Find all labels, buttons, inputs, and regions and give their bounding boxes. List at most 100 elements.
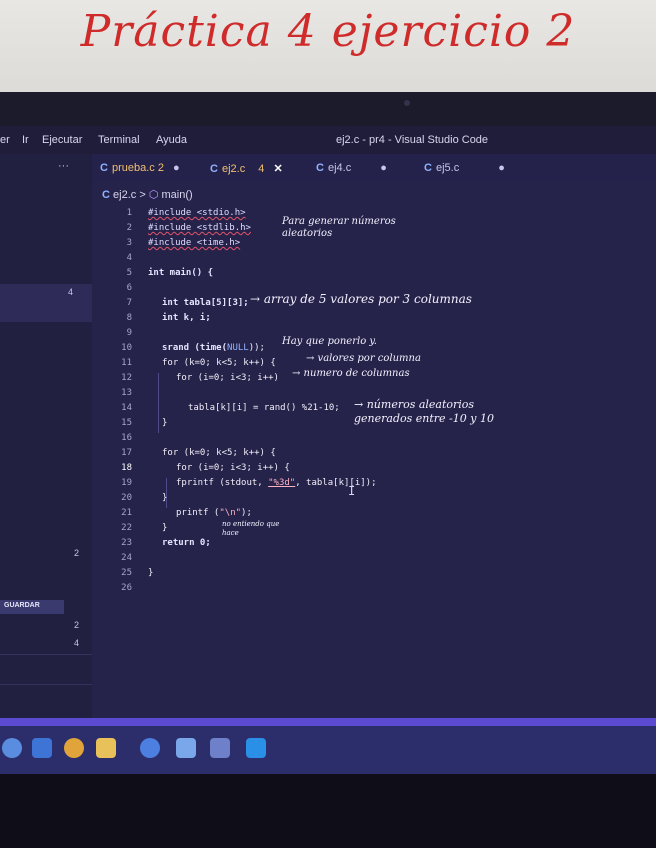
handwritten-note: Para generar números aleatorios <box>282 216 396 239</box>
c-file-icon: C <box>100 162 108 174</box>
vscode-window: er Ir Ejecutar Terminal Ayuda ej2.c - pr… <box>0 126 656 726</box>
tab-label: prueba.c <box>111 162 155 174</box>
handwritten-note: → valores por columna <box>306 353 421 364</box>
save-button[interactable]: GUARDAR <box>0 600 64 614</box>
line-number: 25 <box>121 568 132 578</box>
line-number: 5 <box>126 268 132 278</box>
window-title: ej2.c - pr4 - Visual Studio Code <box>336 134 489 146</box>
mail-icon[interactable] <box>32 738 52 758</box>
line-number-current: 18 <box>121 463 132 473</box>
code-line: fprintf (stdout, "%3d", tabla[k][i]); <box>176 478 377 488</box>
menu-bar: er Ir Ejecutar Terminal Ayuda ej2.c - pr… <box>0 126 656 154</box>
line-number: 2 <box>126 223 132 233</box>
problems-badge: 4 <box>74 638 80 648</box>
code-editor[interactable]: 1 2 3 4 5 6 7 8 9 10 11 12 13 14 15 16 1… <box>92 208 656 638</box>
line-number: 21 <box>121 508 132 518</box>
line-number: 26 <box>121 583 132 593</box>
close-icon[interactable]: ✕ <box>273 163 282 175</box>
sidebar-selected-item[interactable]: 4 <box>0 284 92 322</box>
line-number: 20 <box>121 493 132 503</box>
code-line: int tabla[5][3]; <box>162 298 249 308</box>
line-number: 4 <box>126 253 132 263</box>
unsaved-dot-icon: ● <box>380 162 387 174</box>
code-line: #include <stdlib.h> <box>148 223 251 233</box>
tab-label: ej5.c <box>435 162 460 174</box>
app-icon[interactable] <box>2 738 22 758</box>
monitor-bezel-bottom <box>0 774 656 848</box>
unsaved-dot-icon: ● <box>173 162 180 174</box>
line-number: 3 <box>126 238 132 248</box>
line-number: 9 <box>126 328 132 338</box>
divider <box>0 654 92 655</box>
tab-problem-count: 2 <box>157 162 164 174</box>
problems-badge: 2 <box>74 620 80 630</box>
line-number: 1 <box>126 208 132 218</box>
line-number: 19 <box>121 478 132 488</box>
c-file-icon: C <box>316 162 324 174</box>
breadcrumb-separator: > <box>139 189 146 201</box>
code-line: for (k=0; k<5; k++) { <box>162 358 276 368</box>
status-bar <box>0 718 656 726</box>
paper-background: Práctica 4 ejercicio 2 <box>0 0 656 92</box>
line-number: 24 <box>121 553 132 563</box>
code-line: } <box>148 568 154 578</box>
line-number: 7 <box>126 298 132 308</box>
tab-ej4-c[interactable]: Cej4.c ● <box>316 154 387 182</box>
vscode-icon[interactable] <box>246 738 266 758</box>
settings-icon[interactable] <box>140 738 160 758</box>
handwritten-note: → números aleatorios generados entre -10… <box>354 398 494 425</box>
code-line: int k, i; <box>162 313 211 323</box>
line-number: 6 <box>126 283 132 293</box>
problems-badge: 4 <box>68 287 74 297</box>
tab-problem-count: 4 <box>258 163 265 175</box>
sidebar-more-icon[interactable]: ··· <box>58 160 69 172</box>
text-cursor-icon: I <box>348 484 356 498</box>
tab-ej2-c[interactable]: Cej2.c 4 ✕ <box>210 154 283 182</box>
line-number: 8 <box>126 313 132 323</box>
folder-icon[interactable] <box>96 738 116 758</box>
breadcrumb-symbol[interactable]: main() <box>162 189 193 201</box>
store-icon[interactable] <box>176 738 196 758</box>
tab-ej5-c[interactable]: Cej5.c ● <box>424 154 505 182</box>
line-number: 11 <box>121 358 132 368</box>
breadcrumb: C ej2.c > ⬡ main() <box>102 188 193 201</box>
photos-icon[interactable] <box>210 738 230 758</box>
line-number: 10 <box>121 343 132 353</box>
tab-bar: Cprueba.c 2 ● Cej2.c 4 ✕ Cej4.c ● Cej5.c… <box>92 154 656 182</box>
code-line: int main() { <box>148 268 214 278</box>
tab-label: ej2.c <box>221 163 246 175</box>
divider <box>0 684 92 685</box>
c-file-icon: C <box>102 189 110 201</box>
menu-item-run[interactable]: Ejecutar <box>42 134 82 146</box>
webcam-icon <box>404 100 410 106</box>
line-number: 15 <box>121 418 132 428</box>
code-line: printf ("\n"); <box>176 508 252 518</box>
code-line: for (i=0; i<3; i++) { <box>176 463 290 473</box>
menu-item-help[interactable]: Ayuda <box>156 134 187 146</box>
c-file-icon: C <box>210 163 218 175</box>
code-line: } <box>162 493 168 503</box>
handwritten-note: no entiendo que hace <box>222 520 280 537</box>
line-number: 14 <box>121 403 132 413</box>
monitor-bezel <box>0 92 656 126</box>
breadcrumb-file[interactable]: ej2.c <box>113 189 136 201</box>
c-file-icon: C <box>424 162 432 174</box>
tab-label: ej4.c <box>327 162 352 174</box>
menu-item-view[interactable]: er <box>0 134 10 146</box>
line-number: 16 <box>121 433 132 443</box>
code-line: return 0; <box>162 538 211 548</box>
line-number: 12 <box>121 373 132 383</box>
code-line: #include <stdio.h> <box>148 208 246 218</box>
menu-item-terminal[interactable]: Terminal <box>98 134 140 146</box>
code-line: tabla[k][i] = rand() %21-10; <box>188 403 340 413</box>
indent-guide <box>158 373 159 433</box>
code-line: } <box>162 418 168 428</box>
menu-item-go[interactable]: Ir <box>22 134 29 146</box>
code-line: #include <time.h> <box>148 238 241 248</box>
unsaved-dot-icon: ● <box>498 162 505 174</box>
code-line: srand (time(NULL)); <box>162 343 265 353</box>
tab-prueba-c[interactable]: Cprueba.c 2 ● <box>100 154 180 182</box>
chrome-icon[interactable] <box>64 738 84 758</box>
line-number: 17 <box>121 448 132 458</box>
handwritten-note: Hay que ponerlo y. <box>282 336 377 347</box>
